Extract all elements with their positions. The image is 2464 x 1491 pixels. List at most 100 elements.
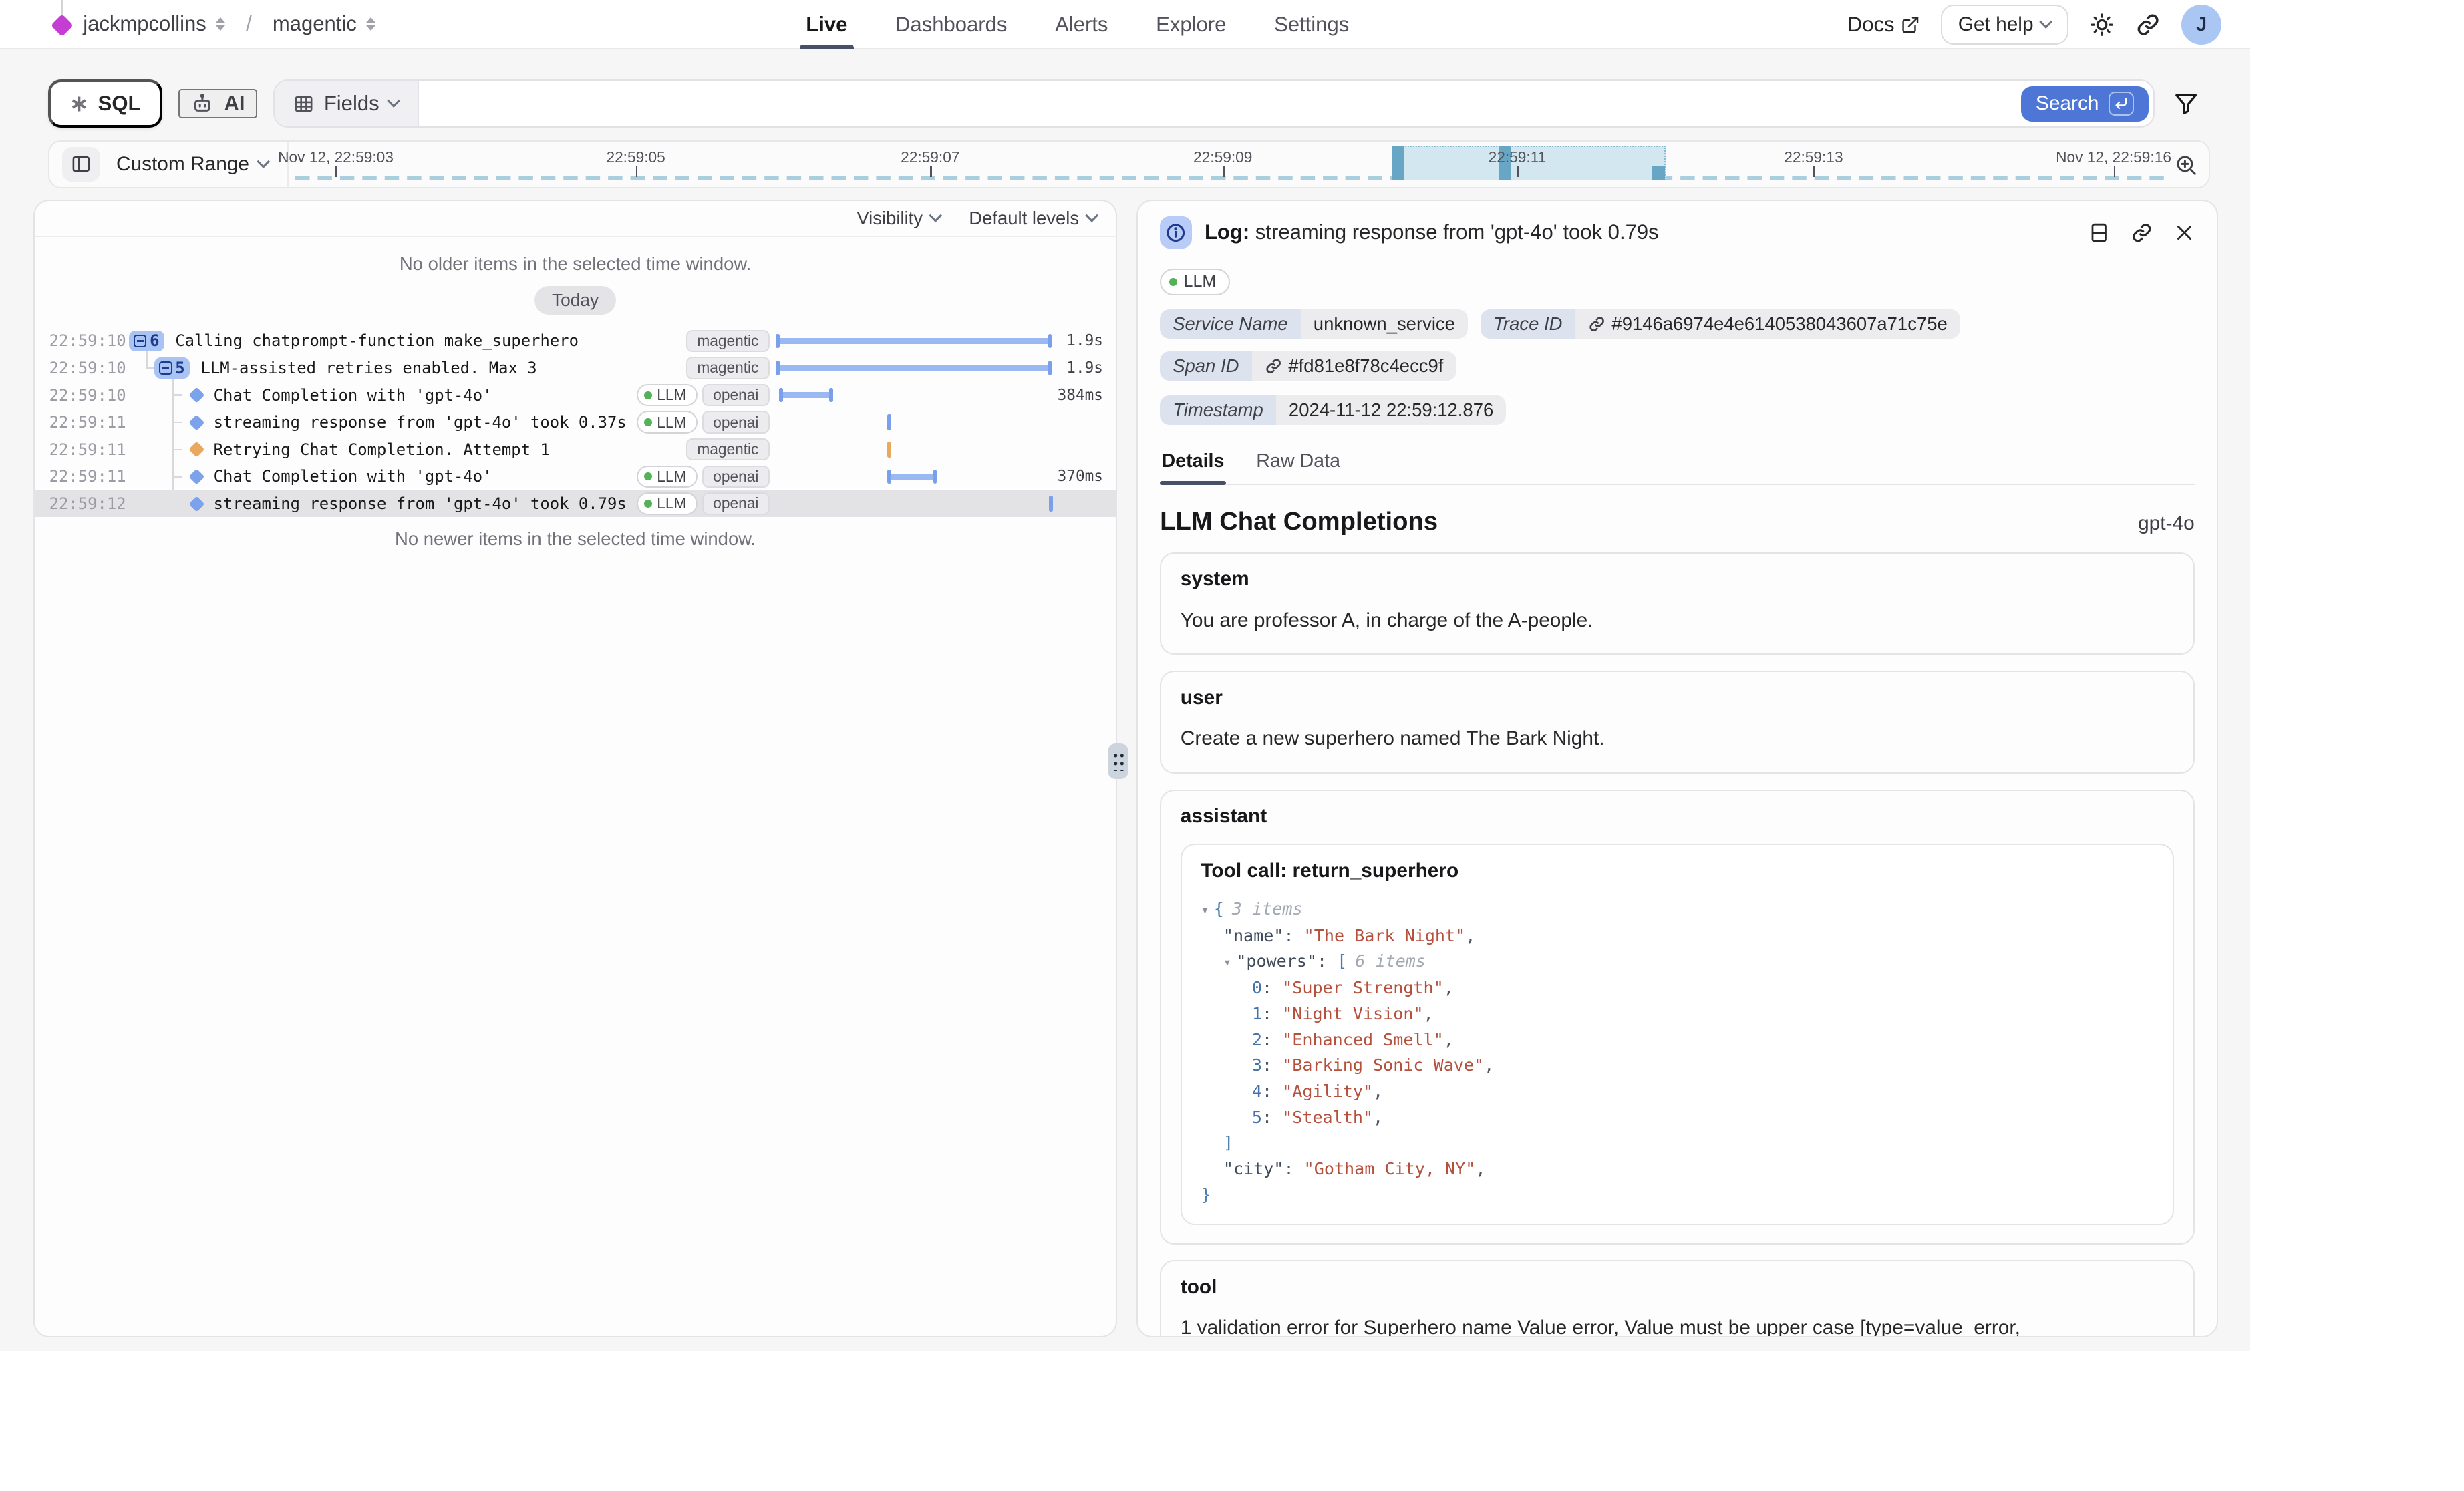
get-help-button[interactable]: Get help	[1941, 5, 2068, 45]
log-row[interactable]: 22:59:11 Retrying Chat Completion. Attem…	[35, 436, 1116, 463]
green-dot-icon	[644, 472, 652, 480]
robot-icon	[190, 92, 214, 116]
tab-settings[interactable]: Settings	[1274, 0, 1349, 49]
log-row[interactable]: 22:59:10 5 LLM-assisted retries enabled.…	[35, 355, 1116, 382]
log-row[interactable]: 22:59:10 Chat Completion with 'gpt-4o' L…	[35, 381, 1116, 409]
default-levels-dropdown[interactable]: Default levels	[969, 208, 1096, 229]
llm-tag[interactable]: LLM	[637, 466, 698, 488]
filter-button[interactable]	[2171, 91, 2203, 116]
detail-header: Log: streaming response from 'gpt-4o' to…	[1160, 216, 2195, 248]
log-time: 22:59:10	[49, 386, 114, 405]
timeline-tick-label: 22:59:05	[606, 148, 665, 166]
log-row[interactable]: 22:59:10 6 Calling chatprompt-function m…	[35, 327, 1116, 355]
log-row-selected[interactable]: 22:59:12 streaming response from 'gpt-4o…	[35, 490, 1116, 518]
scope-tag[interactable]: magentic	[686, 438, 770, 460]
timeline-tick-label: 22:59:11	[1489, 148, 1547, 166]
share-link-button[interactable]	[2135, 12, 2161, 37]
json-tree[interactable]: ▾{3 items"name": "The Bark Night",▾"powe…	[1201, 896, 2153, 1208]
link-icon	[1265, 357, 1282, 375]
trace-id-chip[interactable]: Trace ID #9146a6974e4e6140538043607a71c7…	[1481, 309, 1960, 339]
span-diamond-icon	[189, 414, 205, 430]
span-diamond-icon	[189, 469, 205, 485]
span-duration: 1.9s	[1052, 332, 1116, 349]
top-navigation-bar: jackmpcollins / magentic Live Dashboards…	[0, 0, 2250, 49]
magnifier-plus-icon	[2174, 153, 2198, 177]
toggle-layout-button[interactable]	[2088, 222, 2110, 244]
search-input[interactable]	[419, 81, 2016, 126]
docs-link[interactable]: Docs	[1847, 13, 1920, 37]
llm-tag[interactable]: LLM	[637, 384, 698, 406]
close-icon	[2174, 222, 2195, 243]
timeline-tick-label: 22:59:13	[1784, 148, 1843, 166]
log-rows: 22:59:10 6 Calling chatprompt-function m…	[35, 327, 1116, 517]
collapse-badge[interactable]: 6	[129, 331, 164, 351]
search-button[interactable]: Search	[2021, 86, 2148, 122]
detail-tabs: Details Raw Data	[1160, 444, 2195, 484]
copy-link-button[interactable]	[2131, 222, 2153, 244]
funnel-icon	[2173, 91, 2199, 116]
info-icon	[1160, 216, 1192, 248]
message-role: user	[1181, 687, 2174, 709]
tab-details[interactable]: Details	[1160, 444, 1226, 483]
scope-tag[interactable]: openai	[702, 492, 770, 514]
llm-tag[interactable]: LLM	[1160, 269, 1230, 295]
green-dot-icon	[1169, 278, 1177, 286]
fields-dropdown[interactable]: Fields	[275, 81, 419, 126]
today-pill[interactable]: Today	[534, 286, 617, 315]
tab-alerts[interactable]: Alerts	[1055, 0, 1108, 49]
visibility-dropdown[interactable]: Visibility	[857, 208, 940, 229]
scope-tag[interactable]: openai	[702, 384, 770, 406]
log-message: Retrying Chat Completion. Attempt 1	[214, 440, 550, 459]
sql-mode-button[interactable]: ∗ SQL	[48, 79, 163, 128]
tab-live[interactable]: Live	[806, 0, 847, 49]
main-area: ∗ SQL AI Fields Search	[0, 49, 2250, 1351]
chevron-down-icon	[387, 95, 400, 108]
timeline-plot[interactable]: Nov 12, 22:59:03 22:59:05 22:59:07 22:59…	[289, 142, 2164, 187]
sun-icon	[2089, 12, 2115, 37]
theme-toggle-button[interactable]	[2089, 12, 2115, 37]
breadcrumb: jackmpcollins / magentic	[0, 12, 375, 36]
scope-tag[interactable]: magentic	[686, 330, 770, 352]
span-diamond-icon	[189, 496, 205, 512]
table-grid-icon	[293, 94, 314, 114]
tab-raw-data[interactable]: Raw Data	[1255, 444, 1342, 483]
chevron-down-icon	[929, 209, 942, 222]
log-row[interactable]: 22:59:11 Chat Completion with 'gpt-4o' L…	[35, 463, 1116, 490]
timeline-histogram-bar	[1392, 146, 1404, 181]
span-duration-bar	[887, 474, 937, 480]
user-avatar[interactable]: J	[2181, 5, 2221, 45]
project-selector[interactable]: magentic	[273, 12, 375, 36]
log-message: LLM-assisted retries enabled. Max 3	[201, 359, 537, 377]
child-count: 5	[175, 359, 184, 377]
timeline-histogram-bar	[1652, 166, 1665, 180]
span-track	[776, 409, 1052, 436]
span-duration: 370ms	[1052, 468, 1116, 485]
tab-explore[interactable]: Explore	[1156, 0, 1226, 49]
updown-icon	[216, 17, 225, 31]
span-id-chip[interactable]: Span ID #fd81e8f78c4ecc9f	[1160, 351, 1456, 381]
llm-tag[interactable]: LLM	[637, 492, 698, 514]
sidebar-toggle-button[interactable]	[62, 147, 100, 182]
span-track	[776, 381, 1052, 409]
log-message: Chat Completion with 'gpt-4o'	[214, 386, 492, 405]
org-selector[interactable]: jackmpcollins	[83, 12, 225, 36]
tab-dashboards[interactable]: Dashboards	[895, 0, 1007, 49]
log-time: 22:59:10	[49, 359, 114, 377]
chevron-down-icon	[1085, 209, 1098, 222]
log-time: 22:59:11	[49, 440, 114, 459]
project-name: magentic	[273, 12, 357, 36]
message-text: You are professor A, in charge of the A-…	[1181, 605, 2174, 636]
time-range-selector[interactable]: Custom Range	[100, 142, 289, 187]
scope-tag[interactable]: openai	[702, 466, 770, 488]
scope-tag[interactable]: openai	[702, 411, 770, 433]
panel-resize-handle[interactable]	[1108, 743, 1128, 779]
zoom-in-button[interactable]	[2174, 153, 2198, 177]
scope-tag[interactable]: magentic	[686, 357, 770, 379]
message-role: assistant	[1181, 805, 2174, 828]
topbar-actions: Docs Get help J	[1847, 0, 2221, 49]
llm-tag[interactable]: LLM	[637, 411, 698, 433]
collapse-badge[interactable]: 5	[154, 357, 190, 378]
close-panel-button[interactable]	[2174, 222, 2195, 243]
log-row[interactable]: 22:59:11 streaming response from 'gpt-4o…	[35, 409, 1116, 436]
ai-mode-button[interactable]: AI	[178, 89, 257, 118]
